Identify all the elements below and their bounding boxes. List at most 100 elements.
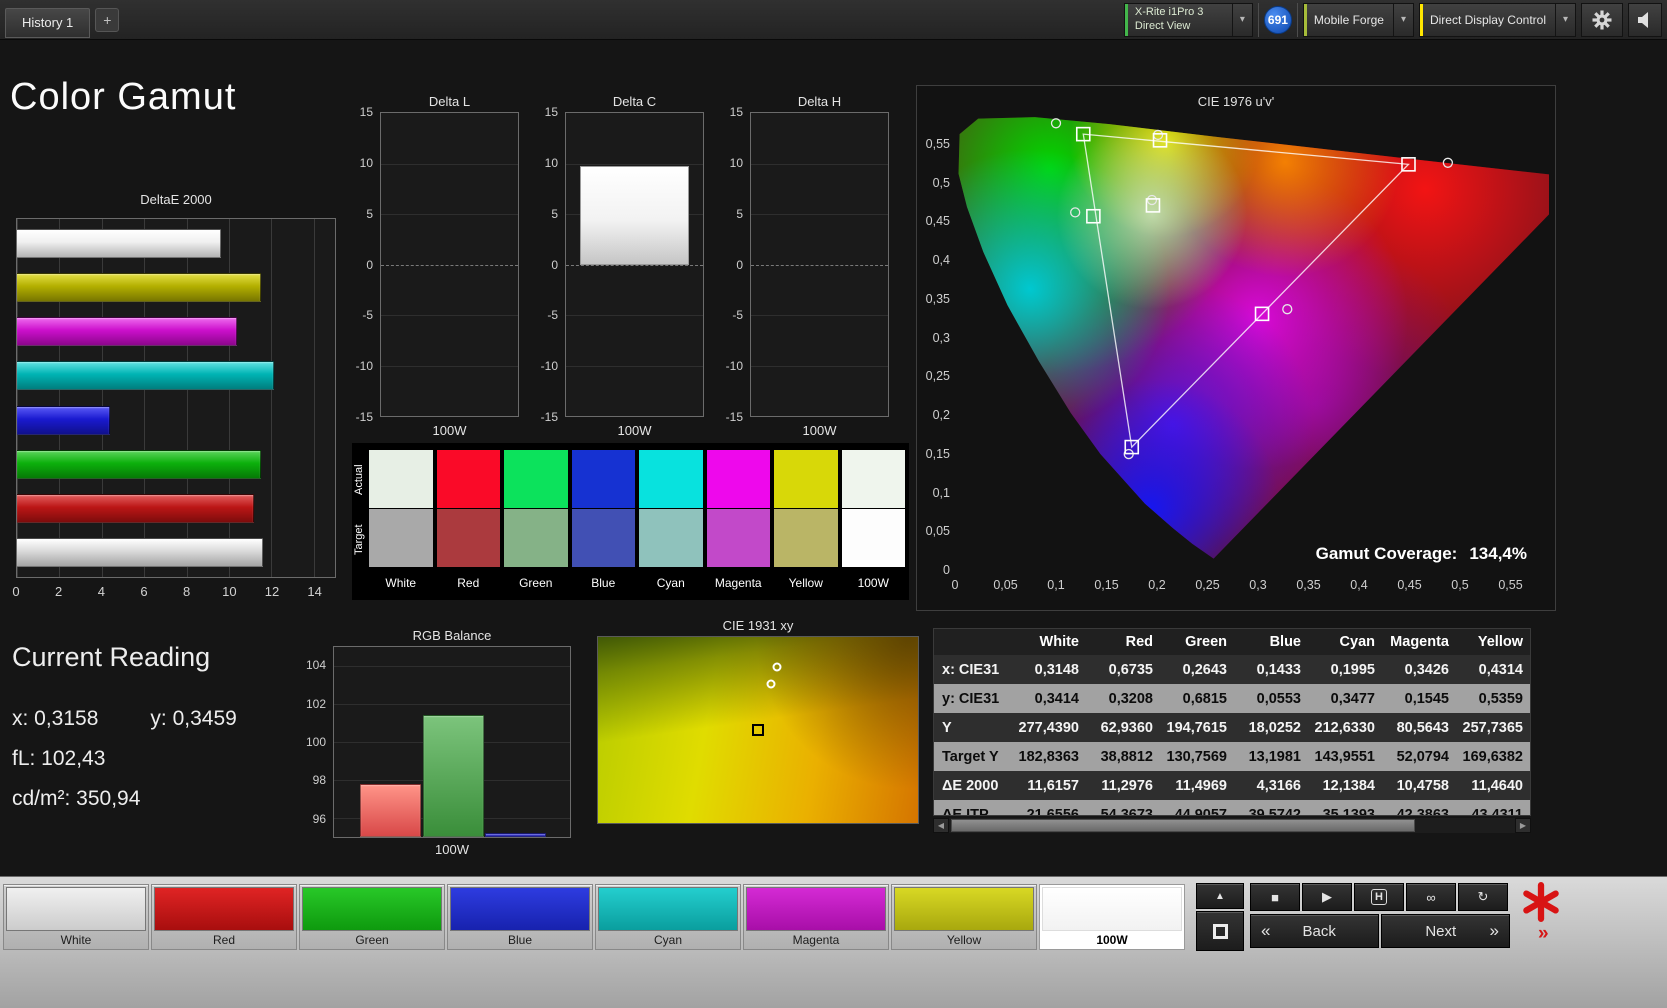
swatch-column-cyan: Cyan	[639, 450, 703, 598]
table-column-header: Cyan	[1339, 634, 1375, 650]
settings-button[interactable]	[1581, 2, 1623, 37]
actual-swatch	[706, 450, 770, 508]
table-cell: 0,3208	[1108, 690, 1153, 707]
table-cell: 212,6330	[1314, 719, 1375, 736]
y-tick-label: -15	[355, 410, 373, 424]
table-cell: 0,1545	[1404, 690, 1449, 707]
back-button[interactable]: « Back	[1250, 914, 1379, 948]
measured-point	[752, 724, 764, 736]
patch-swatch	[302, 887, 442, 931]
table-row[interactable]: Target Y 182,8363 38,8812 130,7569 13,1981 14…	[934, 742, 1530, 771]
patch-button-cyan[interactable]: Cyan	[595, 884, 741, 950]
meter-dropdown[interactable]: X-Rite i1Pro 3 Direct View ▾	[1123, 2, 1253, 37]
x-axis-label: 100W	[802, 423, 837, 438]
table-cell: 0,4314	[1478, 661, 1523, 678]
table-viewport: White Red Green Blue Cyan Magenta Yellow x: CI…	[933, 628, 1531, 816]
square-icon	[1212, 923, 1228, 939]
cie1976-title: CIE 1976 u'v'	[1197, 94, 1275, 109]
y-tick-label: 0,5	[932, 175, 950, 190]
patch-label: White	[60, 933, 92, 947]
table-column-header: Blue	[1269, 634, 1301, 650]
pattern-button[interactable]: H	[1354, 883, 1404, 911]
deltae-bar-red	[17, 494, 255, 524]
patch-button-green[interactable]: Green	[299, 884, 445, 950]
patch-swatch	[598, 887, 738, 931]
patch-button-100w[interactable]: 100W	[1039, 884, 1185, 950]
scroll-right-button[interactable]: ▶	[1515, 818, 1531, 833]
cie1976-diagram	[958, 117, 1549, 559]
patch-label: Cyan	[653, 933, 682, 947]
delta-chart-plot	[750, 112, 889, 417]
panel-toggle-button[interactable]	[1628, 2, 1662, 37]
play-button[interactable]: ▶	[1302, 883, 1352, 911]
x-tick-label: 0,45	[1397, 578, 1422, 592]
loop-button[interactable]: ∞	[1406, 883, 1456, 911]
delta-charts: Delta L 15 10 5 0 -5 -10 -15 100W Delta C 15 10 5 0 -5…	[352, 94, 897, 446]
patch-button-magenta[interactable]: Magenta	[743, 884, 889, 950]
y-tick-label: 0	[366, 257, 373, 272]
scrollbar-thumb[interactable]	[951, 819, 1416, 832]
swatch-label: Red	[457, 575, 480, 590]
overflow-indicator[interactable]: »	[1538, 923, 1549, 945]
speaker-icon	[1638, 11, 1648, 28]
y-tick-label: 5	[736, 206, 743, 221]
next-button[interactable]: Next »	[1381, 914, 1510, 948]
deltae-bar-cyan	[17, 361, 274, 391]
patch-button-white[interactable]: White	[3, 884, 149, 950]
x-axis-label: 100W	[617, 423, 652, 438]
display-control-dropdown[interactable]: Direct Display Control ▾	[1418, 2, 1576, 37]
table-row[interactable]: Y 277,4390 62,9360 194,7615 18,0252 212,6330 8…	[934, 713, 1530, 742]
topbar: History 1 + X-Rite i1Pro 3 Direct View ▾…	[0, 0, 1667, 40]
y-tick-label: 0,15	[925, 446, 950, 461]
swatch-column-green: Green	[504, 450, 568, 598]
back-label: Back	[1302, 922, 1336, 940]
table-row[interactable]: ΔE 2000 11,6157 11,2976 11,4969 4,3166 12,138…	[934, 771, 1530, 800]
actual-swatch	[571, 450, 635, 508]
patch-button-red[interactable]: Red	[151, 884, 297, 950]
x-tick-label: 0,3	[1249, 578, 1267, 592]
notification-asterisk-icon[interactable]	[1520, 881, 1562, 923]
y-tick-label: 0,35	[925, 291, 950, 306]
patch-button-yellow[interactable]: Yellow	[891, 884, 1037, 950]
actual-swatch	[639, 450, 703, 508]
scroll-left-button[interactable]: ◀	[933, 818, 949, 833]
stop-button[interactable]: ■	[1250, 883, 1300, 911]
spectral-locus-fill	[958, 117, 1549, 559]
target-point	[772, 662, 782, 672]
table-row[interactable]: y: CIE31 0,3414 0,3208 0,6815 0,0553 0,3477 0,…	[934, 684, 1530, 713]
patch-button-blue[interactable]: Blue	[447, 884, 593, 950]
table-cell: 80,5643	[1396, 719, 1449, 736]
refresh-button[interactable]: ↻	[1458, 883, 1508, 911]
actual-swatch	[774, 450, 838, 508]
table-cell: 130,7569	[1166, 748, 1227, 765]
reading-x: x: 0,3158	[12, 707, 99, 730]
source-dropdown[interactable]: Mobile Forge ▾	[1302, 2, 1414, 37]
x-tick-label: 0,4	[1350, 578, 1368, 592]
rgb-bar-blue	[485, 833, 547, 837]
deltae-2000-chart: DeltaE 2000 0 2 4 6 8 10 12 14	[12, 192, 337, 604]
table-row[interactable]: ΔE ITP 21,6556 54,3673 44,9057 39,5742 35,139…	[934, 800, 1530, 815]
app-root: History 1 + X-Rite i1Pro 3 Direct View ▾…	[0, 0, 1667, 1008]
source-accent-bar	[1303, 3, 1307, 36]
scrollbar-track[interactable]	[949, 818, 1515, 833]
table-row-label: y: CIE31	[942, 690, 1000, 707]
table-cell: 277,4390	[1018, 719, 1079, 736]
pattern-up-button[interactable]: ▲	[1196, 883, 1244, 909]
loop-icon: ∞	[1426, 889, 1436, 905]
y-tick-label: 0,05	[925, 524, 950, 539]
table-cell: 18,0252	[1248, 719, 1301, 736]
table-column-header: Green	[1185, 634, 1227, 650]
tab-history-label: History 1	[22, 15, 74, 30]
y-tick-label: 0,2	[932, 408, 950, 423]
bottombar: White Red Green Blue Cyan Magenta Yellow 100W ▲…	[0, 876, 1667, 1008]
rgb-balance-title: RGB Balance	[412, 628, 492, 643]
table-cell: 52,0794	[1396, 748, 1449, 765]
y-tick-label: -5	[732, 308, 743, 323]
table-cell: 194,7615	[1166, 719, 1227, 736]
tab-history[interactable]: History 1	[5, 7, 91, 38]
x-tick-label: 0,35	[1296, 578, 1321, 592]
pattern-window-button[interactable]	[1196, 911, 1244, 951]
add-tab-button[interactable]: +	[95, 7, 120, 32]
y-tick-label: 98	[312, 773, 326, 788]
table-row[interactable]: x: CIE31 0,3148 0,6735 0,2643 0,1433 0,1995 0,…	[934, 655, 1530, 684]
